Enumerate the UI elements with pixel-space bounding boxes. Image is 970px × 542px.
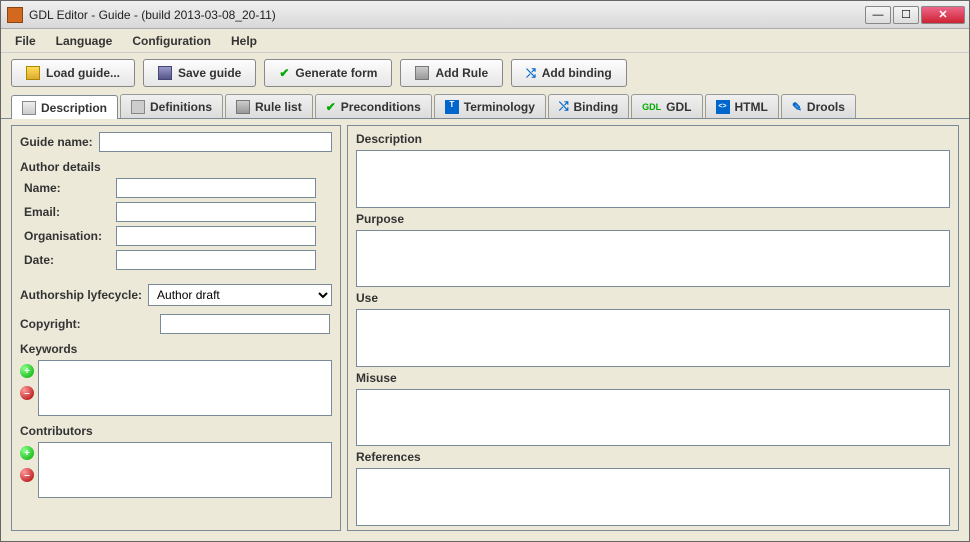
tabbar: Description Definitions Rule list ✔ Preco… (1, 93, 969, 119)
keywords-header: Keywords (20, 342, 332, 356)
tab-drools[interactable]: ✎ Drools (781, 94, 856, 118)
tab-binding[interactable]: ⤭ Binding (548, 94, 629, 118)
description-label: Description (356, 130, 950, 148)
tab-drools-label: Drools (807, 100, 845, 114)
terminology-icon: T (445, 100, 459, 114)
lifecycle-label: Authorship lyfecycle: (20, 288, 142, 302)
use-label: Use (356, 289, 950, 307)
right-panel: Description Purpose Use Misuse Reference… (347, 125, 959, 531)
app-icon (7, 7, 23, 23)
tab-html-label: HTML (735, 100, 768, 114)
tab-definitions[interactable]: Definitions (120, 94, 223, 118)
save-icon (158, 66, 172, 80)
tab-description-label: Description (41, 101, 107, 115)
references-label: References (356, 448, 950, 466)
email-input[interactable] (116, 202, 316, 222)
add-binding-button[interactable]: ⤭ Add binding (511, 59, 627, 87)
description-textarea[interactable] (356, 150, 950, 208)
close-button[interactable]: ✕ (921, 6, 965, 24)
menu-file[interactable]: File (7, 31, 44, 51)
tab-terminology-label: Terminology (464, 100, 535, 114)
add-keyword-button[interactable]: + (20, 364, 34, 378)
purpose-label: Purpose (356, 210, 950, 228)
menu-language[interactable]: Language (48, 31, 121, 51)
lifecycle-select[interactable]: Author draft (148, 284, 332, 306)
organisation-input[interactable] (116, 226, 316, 246)
date-input[interactable] (116, 250, 316, 270)
rulelist-icon (236, 100, 250, 114)
misuse-textarea[interactable] (356, 389, 950, 447)
html-icon: <> (716, 100, 730, 114)
load-guide-button[interactable]: Load guide... (11, 59, 135, 87)
name-input[interactable] (116, 178, 316, 198)
author-details-header: Author details (20, 160, 332, 174)
tab-definitions-label: Definitions (150, 100, 212, 114)
preconditions-icon: ✔ (326, 100, 336, 114)
folder-icon (26, 66, 40, 80)
date-label: Date: (24, 253, 110, 267)
binding-icon: ⤭ (526, 66, 536, 81)
misuse-label: Misuse (356, 369, 950, 387)
left-panel: Guide name: Author details Name: Email: … (11, 125, 341, 531)
delete-keyword-button[interactable]: – (20, 386, 34, 400)
copyright-input[interactable] (160, 314, 330, 334)
guide-name-label: Guide name: (20, 135, 93, 149)
use-textarea[interactable] (356, 309, 950, 367)
save-guide-label: Save guide (178, 66, 241, 80)
menu-help[interactable]: Help (223, 31, 265, 51)
tab-html[interactable]: <> HTML (705, 94, 779, 118)
window-title: GDL Editor - Guide - (build 2013-03-08_2… (29, 8, 865, 22)
gdl-icon: GDL (642, 102, 661, 112)
contributors-header: Contributors (20, 424, 332, 438)
tab-gdl[interactable]: GDL GDL (631, 94, 702, 118)
organisation-label: Organisation: (24, 229, 110, 243)
titlebar: GDL Editor - Guide - (build 2013-03-08_2… (1, 1, 969, 29)
minimize-button[interactable]: — (865, 6, 891, 24)
toolbar: Load guide... Save guide ✔Generate form … (1, 53, 969, 93)
generate-form-button[interactable]: ✔ Generate form (264, 59, 392, 87)
tab-description[interactable]: Description (11, 95, 118, 119)
purpose-textarea[interactable] (356, 230, 950, 288)
copyright-label: Copyright: (20, 317, 86, 331)
add-contributor-button[interactable]: + (20, 446, 34, 460)
menubar: File Language Configuration Help (1, 29, 969, 53)
binding-tab-icon: ⤭ (559, 99, 569, 114)
guide-name-input[interactable] (99, 132, 332, 152)
delete-contributor-button[interactable]: – (20, 468, 34, 482)
generate-form-label: Generate form (295, 66, 377, 80)
tab-gdl-label: GDL (666, 100, 691, 114)
tab-preconditions-label: Preconditions (341, 100, 421, 114)
rule-icon (415, 66, 429, 80)
definitions-icon (131, 100, 145, 114)
tab-preconditions[interactable]: ✔ Preconditions (315, 94, 432, 118)
references-textarea[interactable] (356, 468, 950, 526)
menu-configuration[interactable]: Configuration (124, 31, 219, 51)
check-icon: ✔ (279, 66, 289, 80)
tab-rulelist-label: Rule list (255, 100, 302, 114)
save-guide-button[interactable]: Save guide (143, 59, 256, 87)
tab-terminology[interactable]: T Terminology (434, 94, 546, 118)
tab-rulelist[interactable]: Rule list (225, 94, 313, 118)
email-label: Email: (24, 205, 110, 219)
description-icon (22, 101, 36, 115)
add-rule-label: Add Rule (435, 66, 488, 80)
contributors-listbox[interactable] (38, 442, 332, 498)
maximize-button[interactable]: ☐ (893, 6, 919, 24)
name-label: Name: (24, 181, 110, 195)
load-guide-label: Load guide... (46, 66, 120, 80)
tab-binding-label: Binding (574, 100, 619, 114)
keywords-listbox[interactable] (38, 360, 332, 416)
drools-icon: ✎ (792, 100, 802, 114)
add-rule-button[interactable]: Add Rule (400, 59, 503, 87)
add-binding-label: Add binding (542, 66, 612, 80)
